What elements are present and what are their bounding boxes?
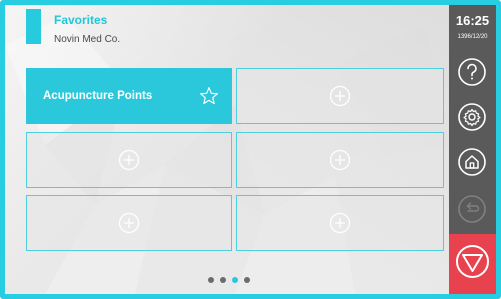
add-icon <box>329 212 351 234</box>
home-icon[interactable] <box>457 147 487 177</box>
emergency-stop-button[interactable] <box>449 234 496 294</box>
tile-empty[interactable] <box>26 132 232 188</box>
page-dot[interactable] <box>244 277 250 283</box>
tile-acupuncture-points[interactable]: Acupuncture Points <box>26 68 232 124</box>
stop-icon <box>456 245 489 278</box>
tile-empty[interactable] <box>26 195 232 251</box>
clock-date: 1396/12/20 <box>457 34 488 40</box>
page-dot[interactable] <box>208 277 214 283</box>
settings-icon[interactable] <box>457 102 487 132</box>
add-icon <box>118 149 140 171</box>
page-dot-active[interactable] <box>232 277 238 283</box>
header-accent-bar <box>26 9 41 44</box>
tile-empty[interactable] <box>236 68 444 124</box>
tile-label: Acupuncture Points <box>43 90 153 102</box>
app-frame: Favorites Novin Med Co. Acupuncture Poin… <box>0 0 501 299</box>
tile-empty[interactable] <box>236 132 444 188</box>
clock-time: 16:25 <box>455 13 490 28</box>
star-icon[interactable] <box>199 86 219 106</box>
tile-empty[interactable] <box>236 195 444 251</box>
back-icon[interactable] <box>457 194 487 224</box>
sidebar: 16:25 1396/12/20 <box>449 5 496 294</box>
add-icon <box>329 85 351 107</box>
add-icon <box>118 212 140 234</box>
main-panel: Favorites Novin Med Co. Acupuncture Poin… <box>5 5 449 294</box>
page-title: Favorites <box>54 13 108 27</box>
company-name: Novin Med Co. <box>54 34 121 45</box>
add-icon <box>329 149 351 171</box>
help-icon[interactable] <box>457 57 487 87</box>
page-dot[interactable] <box>220 277 226 283</box>
